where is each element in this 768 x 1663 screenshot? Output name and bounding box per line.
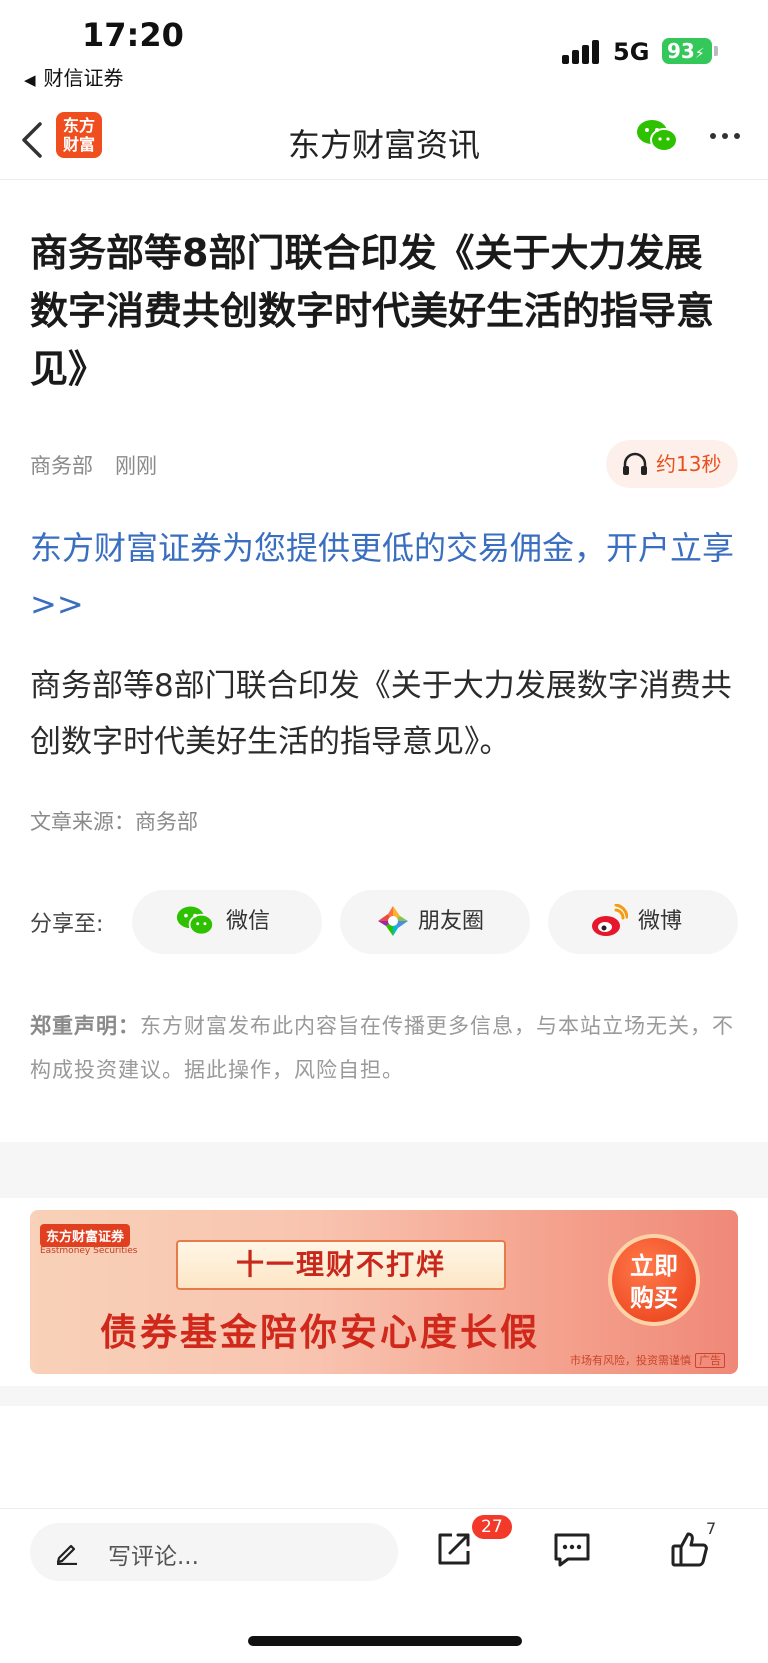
battery-tip	[714, 46, 718, 56]
headphones-icon	[623, 452, 647, 475]
home-indicator[interactable]	[248, 1636, 522, 1646]
like-count: 7	[706, 1519, 717, 1538]
share-icon[interactable]	[434, 1529, 474, 1569]
wechat-share-icon[interactable]	[636, 118, 678, 154]
back-app-label: 财信证券	[43, 66, 124, 90]
banner-brand: 东方财富证券	[40, 1224, 131, 1247]
share-label: 分享至:	[30, 912, 104, 937]
comment-icon[interactable]	[552, 1529, 592, 1569]
section-divider	[0, 1142, 768, 1198]
weibo-icon	[592, 904, 628, 936]
buy-now-button[interactable]: 立即购买	[608, 1234, 700, 1326]
wechat-icon	[176, 906, 214, 936]
share-count-badge: 27	[472, 1515, 512, 1539]
share-weibo-button[interactable]: 微博	[548, 890, 738, 954]
article-source-line: 文章来源：商务部	[30, 810, 198, 834]
ad-banner[interactable]: 东方财富证券 Eastmoney Securities 十一理财不打烊 债券基金…	[30, 1210, 738, 1374]
share-wechat-button[interactable]: 微信	[132, 890, 322, 954]
banner-brand-sub: Eastmoney Securities	[40, 1246, 138, 1256]
nav-bar: 东方财富 东方财富资讯	[0, 104, 768, 180]
disclaimer-title: 郑重声明：	[30, 1014, 140, 1038]
like-icon[interactable]	[670, 1529, 710, 1569]
article-source: 商务部	[30, 454, 93, 478]
back-triangle-icon: ◀	[24, 71, 36, 89]
share-weibo-label: 微博	[638, 909, 683, 934]
status-time: 17:20	[82, 16, 184, 54]
banner-scroll-text: 十一理财不打烊	[176, 1240, 506, 1290]
battery-level: 93	[667, 39, 695, 63]
article-headline: 商务部等8部门联合印发《关于大力发展数字消费共创数字时代美好生活的指导意见》	[30, 231, 715, 391]
ad-tag: 广告	[695, 1353, 725, 1368]
listen-audio-button[interactable]: 约13秒	[606, 440, 738, 488]
battery-icon: 93⚡	[662, 38, 712, 64]
back-to-app-link[interactable]: ◀ 财信证券	[24, 62, 124, 91]
risk-warning: 市场有风险，投资需谨慎 广告	[570, 1352, 725, 1368]
article-body: 商务部等8部门联合印发《关于大力发展数字消费共创数字时代美好生活的指导意见》。	[30, 668, 732, 760]
banner-main-text: 债券基金陪你安心度长假	[100, 1311, 540, 1354]
section-divider-bottom	[0, 1386, 768, 1406]
comment-input[interactable]: 写评论...	[30, 1523, 398, 1581]
more-options-icon[interactable]	[708, 124, 742, 148]
audio-duration: 约13秒	[656, 452, 722, 476]
pencil-icon	[56, 1544, 77, 1565]
share-wechat-label: 微信	[226, 909, 271, 934]
share-moments-label: 朋友圈	[418, 909, 485, 934]
signal-icon	[562, 40, 600, 64]
moments-icon	[378, 906, 408, 936]
disclaimer: 郑重声明：东方财富发布此内容旨在传播更多信息，与本站立场无关，不构成投资建议。据…	[30, 1004, 742, 1092]
status-bar: 17:20 ◀ 财信证券 5G 93⚡	[0, 0, 768, 100]
share-moments-button[interactable]: 朋友圈	[340, 890, 530, 954]
article-time: 刚刚	[115, 454, 157, 478]
comment-placeholder: 写评论...	[108, 1544, 199, 1570]
network-type: 5G	[613, 38, 650, 66]
open-account-promo-link[interactable]: 东方财富证券为您提供更低的交易佣金，开户立享>>	[30, 520, 742, 632]
article-meta: 商务部 刚刚	[30, 450, 157, 480]
